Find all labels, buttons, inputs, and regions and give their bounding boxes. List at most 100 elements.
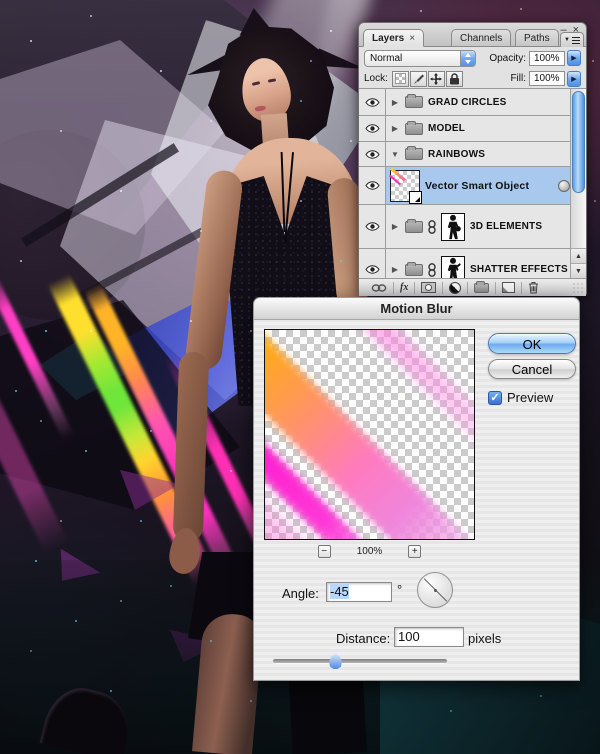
- opacity-label: Opacity:: [489, 52, 526, 64]
- visibility-toggle[interactable]: [359, 116, 386, 141]
- zoom-out-button[interactable]: −: [317, 545, 331, 558]
- lock-position-button[interactable]: [427, 70, 445, 87]
- layer-row-model[interactable]: ▶ MODEL: [359, 116, 586, 142]
- disclosure-triangle-icon[interactable]: ▶: [390, 265, 400, 274]
- layer-thumbnail[interactable]: [388, 167, 422, 204]
- group-folder-icon: [405, 94, 423, 108]
- fill-field[interactable]: 100%: [529, 71, 565, 86]
- visibility-toggle[interactable]: [359, 89, 386, 115]
- layer-name: Vector Smart Object: [425, 179, 530, 192]
- layers-list: ▶ GRAD CIRCLES ▶ MODEL ▼ RAINBOWS Vector…: [359, 89, 586, 278]
- angle-input[interactable]: -45: [326, 582, 392, 602]
- panel-menu-button[interactable]: ▼: [560, 32, 584, 47]
- degree-symbol: °: [397, 582, 403, 597]
- layer-name: GRAD CIRCLES: [428, 96, 507, 108]
- slider-track[interactable]: [273, 659, 447, 663]
- layer-name: MODEL: [428, 123, 466, 134]
- move-icon: [430, 72, 443, 85]
- blend-mode-value: Normal: [370, 52, 403, 64]
- visibility-toggle[interactable]: [359, 142, 386, 166]
- eye-icon: [364, 181, 380, 190]
- eye-icon: [364, 222, 380, 231]
- lock-all-button[interactable]: [445, 70, 463, 87]
- adjustment-layer-button[interactable]: [443, 281, 467, 295]
- visibility-toggle[interactable]: [359, 249, 386, 278]
- chain-link-icon: [371, 283, 387, 292]
- padlock-icon: [449, 72, 459, 84]
- layer-row-shatter-effects[interactable]: ▶ SHATTER EFFECTS: [359, 249, 586, 278]
- add-layer-mask-button[interactable]: [415, 281, 442, 295]
- distance-input[interactable]: 100: [394, 627, 464, 647]
- eye-icon: [364, 265, 380, 274]
- layer-row-grad-circles[interactable]: ▶ GRAD CIRCLES: [359, 89, 586, 116]
- smart-filter-icon[interactable]: [558, 179, 570, 192]
- angle-dial[interactable]: [417, 572, 453, 608]
- tab-layers[interactable]: Layers ×: [363, 29, 425, 47]
- layer-row-3d-elements[interactable]: ▶ 3D ELEMENTS: [359, 205, 586, 249]
- visibility-toggle[interactable]: [359, 167, 386, 204]
- tab-layers-label: Layers: [372, 33, 405, 44]
- stepper-icon[interactable]: [460, 50, 475, 66]
- new-layer-button[interactable]: [496, 281, 521, 295]
- opacity-field[interactable]: 100%: [529, 50, 565, 66]
- group-folder-icon: [405, 261, 423, 276]
- disclosure-triangle-icon[interactable]: ▶: [390, 98, 400, 107]
- scroll-up-arrow[interactable]: ▲: [571, 248, 586, 263]
- disclosure-triangle-icon[interactable]: ▶: [390, 222, 400, 231]
- layer-row-rainbows[interactable]: ▼ RAINBOWS: [359, 142, 586, 167]
- distance-slider[interactable]: [273, 653, 447, 669]
- distance-unit: pixels: [468, 631, 502, 646]
- blend-mode-select[interactable]: Normal: [364, 49, 476, 67]
- layers-scrollbar[interactable]: ▲ ▼: [570, 89, 586, 278]
- dial-center-dot: [433, 588, 437, 592]
- tab-channels[interactable]: Channels: [451, 29, 512, 47]
- blur-preview-area[interactable]: [264, 329, 475, 540]
- dialog-title-bar[interactable]: Motion Blur: [254, 298, 579, 320]
- visibility-toggle[interactable]: [359, 205, 386, 248]
- cancel-button[interactable]: Cancel: [488, 359, 576, 379]
- tab-close-icon[interactable]: ×: [409, 33, 415, 44]
- tab-channels-label: Channels: [460, 33, 503, 44]
- delete-layer-button[interactable]: [522, 281, 545, 295]
- layer-mask-thumbnail[interactable]: [441, 212, 465, 241]
- scroll-down-arrow[interactable]: ▼: [571, 263, 586, 278]
- angle-label: Angle:: [282, 586, 319, 601]
- layer-mask-thumbnail[interactable]: [441, 255, 465, 278]
- blend-opacity-row: Normal Opacity: 100% ▶: [359, 47, 586, 69]
- menu-lines-icon: [571, 36, 580, 44]
- tab-paths[interactable]: Paths: [515, 29, 559, 47]
- disclosure-triangle-icon[interactable]: ▼: [390, 150, 400, 159]
- new-group-button[interactable]: [468, 280, 495, 295]
- slider-thumb[interactable]: [329, 653, 342, 669]
- person-silhouette-icon: [447, 214, 461, 239]
- lock-pixels-button[interactable]: [409, 70, 427, 87]
- distance-label: Distance:: [336, 631, 391, 646]
- scrollbar-thumb[interactable]: [572, 91, 585, 193]
- layer-mask-icon: [421, 282, 437, 293]
- mask-link-icon: [428, 219, 436, 234]
- panel-resize-grip[interactable]: [572, 282, 584, 294]
- layer-row-vector-smart-object[interactable]: Vector Smart Object ▼: [359, 167, 586, 205]
- eye-icon: [364, 97, 380, 107]
- preview-checkbox-label[interactable]: Preview: [507, 390, 553, 405]
- mask-link-icon: [428, 262, 436, 277]
- new-layer-icon: [502, 282, 516, 293]
- lock-label: Lock:: [364, 73, 388, 84]
- preview-checkbox[interactable]: ✓: [488, 390, 502, 405]
- transparency-icon: [394, 73, 406, 84]
- layer-style-button[interactable]: fx: [394, 281, 414, 295]
- ok-button[interactable]: OK: [488, 333, 576, 354]
- lock-buttons: [391, 70, 463, 87]
- adjustment-circle-icon: [449, 281, 462, 294]
- group-folder-icon: [405, 120, 423, 135]
- fill-arrow-button[interactable]: ▶: [567, 70, 581, 87]
- disclosure-triangle-icon[interactable]: ▶: [390, 124, 400, 133]
- angle-value: -45: [330, 584, 349, 599]
- lock-transparency-button[interactable]: [391, 70, 409, 87]
- photoshop-screen: Layers × Channels Paths – × ▼ Normal Opaci…: [0, 0, 600, 754]
- trash-icon: [529, 282, 539, 294]
- zoom-in-button[interactable]: +: [408, 545, 422, 558]
- preview-option: ✓ Preview: [488, 390, 553, 405]
- link-layers-button[interactable]: [365, 281, 393, 295]
- opacity-arrow-button[interactable]: ▶: [567, 50, 581, 66]
